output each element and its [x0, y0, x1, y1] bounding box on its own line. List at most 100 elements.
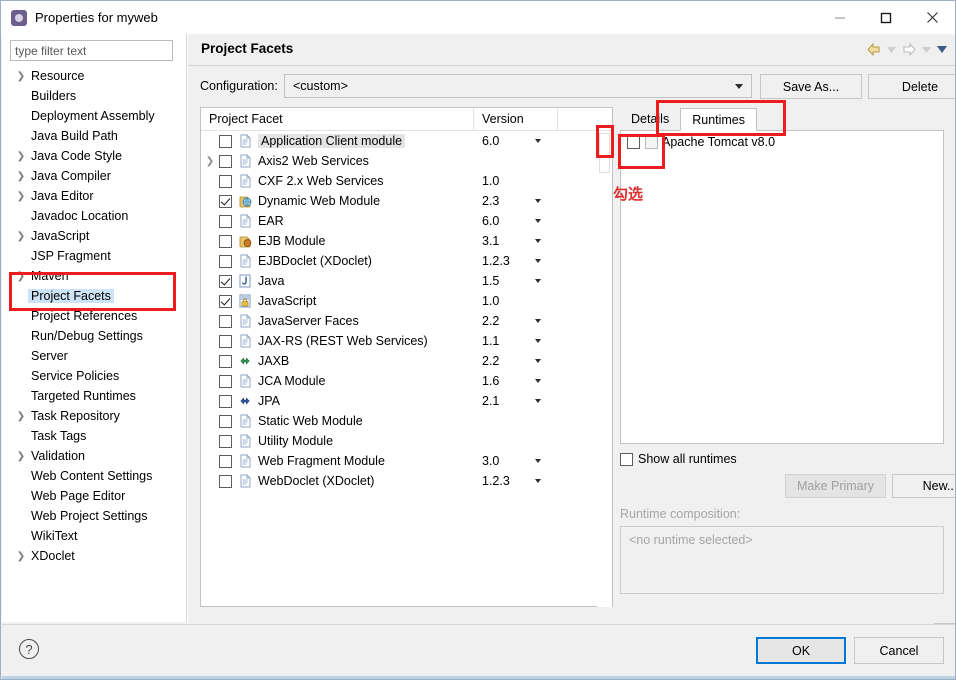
sidebar-item-jsp-fragment[interactable]: ❯JSP Fragment	[2, 246, 187, 266]
facet-checkbox[interactable]	[219, 414, 232, 428]
version-chevron-down-icon[interactable]	[535, 199, 541, 203]
facet-version[interactable]: 1.0	[482, 294, 499, 308]
facet-version[interactable]: 1.1	[482, 334, 499, 348]
facet-checkbox[interactable]	[219, 134, 232, 148]
sidebar-item-javascript[interactable]: ❯ JavaScript	[2, 226, 187, 246]
facet-row[interactable]: ❯ EAR 6.0	[201, 211, 612, 231]
facet-row[interactable]: ❯ Dynamic Web Module 2.3	[201, 191, 612, 211]
facet-row[interactable]: ❯ Web Fragment Module 3.0	[201, 451, 612, 471]
sidebar-item-service-policies[interactable]: ❯Service Policies	[2, 366, 187, 386]
facet-checkbox[interactable]	[219, 394, 232, 408]
facet-row[interactable]: ❯ JCA Module 1.6	[201, 371, 612, 391]
sidebar-item-task-tags[interactable]: ❯Task Tags	[2, 426, 187, 446]
facet-checkbox[interactable]	[219, 254, 232, 268]
help-icon[interactable]: ?	[19, 639, 39, 659]
facet-version[interactable]: 6.0	[482, 214, 499, 228]
facet-checkbox[interactable]	[219, 154, 232, 168]
sidebar-item-deployment-assembly[interactable]: ❯Deployment Assembly	[2, 106, 187, 126]
chevron-right-icon[interactable]: ❯	[14, 191, 28, 202]
chevron-right-icon[interactable]: ❯	[14, 411, 28, 422]
facet-row[interactable]: ❯ EJBDoclet (XDoclet) 1.2.3	[201, 251, 612, 271]
sidebar-item-project-facets[interactable]: ❯Project Facets	[2, 286, 187, 306]
tab-details[interactable]: Details	[620, 107, 681, 130]
facet-checkbox[interactable]	[219, 454, 232, 468]
facet-checkbox[interactable]	[219, 434, 232, 448]
version-chevron-down-icon[interactable]	[535, 459, 541, 463]
version-chevron-down-icon[interactable]	[535, 259, 541, 263]
facet-checkbox[interactable]	[219, 174, 232, 188]
facet-version[interactable]: 2.2	[482, 354, 499, 368]
facet-checkbox[interactable]	[219, 294, 232, 308]
facet-version[interactable]: 1.2.3	[482, 474, 510, 488]
sidebar-item-resource[interactable]: ❯ Resource	[2, 66, 187, 86]
minimize-icon[interactable]	[817, 1, 863, 34]
facet-checkbox[interactable]	[219, 274, 232, 288]
facet-row[interactable]: ❯ CXF 2.x Web Services 1.0	[201, 171, 612, 191]
facet-version[interactable]: 1.6	[482, 374, 499, 388]
sidebar-item-task-repository[interactable]: ❯ Task Repository	[2, 406, 187, 426]
close-icon[interactable]	[909, 1, 955, 34]
version-chevron-down-icon[interactable]	[535, 399, 541, 403]
delete-button[interactable]: Delete	[868, 74, 955, 99]
facet-checkbox[interactable]	[219, 374, 232, 388]
sidebar-item-xdoclet[interactable]: ❯ XDoclet	[2, 546, 187, 566]
new-runtime-button[interactable]: New...	[892, 474, 955, 498]
facet-version[interactable]: 2.2	[482, 314, 499, 328]
scrollbar-thumb[interactable]	[599, 133, 610, 173]
configuration-combo[interactable]: <custom>	[284, 74, 752, 98]
facet-checkbox[interactable]	[219, 354, 232, 368]
runtime-row[interactable]: Apache Tomcat v8.0	[621, 131, 943, 153]
facet-row[interactable]: ❯ JavaScript 1.0	[201, 291, 612, 311]
chevron-right-icon[interactable]: ❯	[14, 71, 28, 82]
back-arrow-icon[interactable]	[865, 41, 883, 58]
facet-row[interactable]: ❯ Application Client module 6.0	[201, 131, 612, 151]
facet-row[interactable]: ❯ Axis2 Web Services	[201, 151, 612, 171]
facet-row[interactable]: ❯ Static Web Module	[201, 411, 612, 431]
column-header-version[interactable]: Version	[474, 108, 558, 130]
chevron-right-icon[interactable]: ❯	[14, 451, 28, 462]
runtime-checkbox[interactable]	[627, 135, 640, 149]
version-chevron-down-icon[interactable]	[535, 279, 541, 283]
save-as-button[interactable]: Save As...	[760, 74, 862, 99]
sidebar-item-java-editor[interactable]: ❯ Java Editor	[2, 186, 187, 206]
facet-table-scrollbar[interactable]	[597, 131, 612, 607]
sidebar-item-web-content-settings[interactable]: ❯Web Content Settings	[2, 466, 187, 486]
chevron-right-icon[interactable]: ❯	[14, 151, 28, 162]
maximize-icon[interactable]	[863, 1, 909, 34]
chevron-right-icon[interactable]: ❯	[14, 271, 28, 282]
chevron-right-icon[interactable]: ❯	[14, 551, 28, 562]
facet-version[interactable]: 1.5	[482, 274, 499, 288]
sidebar-item-javadoc-location[interactable]: ❯Javadoc Location	[2, 206, 187, 226]
sidebar-item-validation[interactable]: ❯ Validation	[2, 446, 187, 466]
ok-button[interactable]: OK	[756, 637, 846, 664]
version-chevron-down-icon[interactable]	[535, 379, 541, 383]
version-chevron-down-icon[interactable]	[535, 219, 541, 223]
facet-checkbox[interactable]	[219, 314, 232, 328]
cancel-button[interactable]: Cancel	[854, 637, 944, 664]
facet-checkbox[interactable]	[219, 194, 232, 208]
sidebar-item-java-compiler[interactable]: ❯ Java Compiler	[2, 166, 187, 186]
version-chevron-down-icon[interactable]	[535, 139, 541, 143]
facet-row[interactable]: ❯ Java 1.5	[201, 271, 612, 291]
facet-checkbox[interactable]	[219, 474, 232, 488]
facet-version[interactable]: 2.3	[482, 194, 499, 208]
sidebar-item-wikitext[interactable]: ❯WikiText	[2, 526, 187, 546]
version-chevron-down-icon[interactable]	[535, 339, 541, 343]
sidebar-item-java-build-path[interactable]: ❯Java Build Path	[2, 126, 187, 146]
facet-row[interactable]: ❯ JavaServer Faces 2.2	[201, 311, 612, 331]
facet-row[interactable]: ❯ JAXB 2.2	[201, 351, 612, 371]
sidebar-item-web-project-settings[interactable]: ❯Web Project Settings	[2, 506, 187, 526]
version-chevron-down-icon[interactable]	[535, 479, 541, 483]
facet-row[interactable]: ❯ Utility Module	[201, 431, 612, 451]
facet-version[interactable]: 1.0	[482, 174, 499, 188]
chevron-right-icon[interactable]: ❯	[14, 171, 28, 182]
sidebar-item-builders[interactable]: ❯Builders	[2, 86, 187, 106]
facet-row[interactable]: ❯ JAX-RS (REST Web Services) 1.1	[201, 331, 612, 351]
sidebar-item-targeted-runtimes[interactable]: ❯Targeted Runtimes	[2, 386, 187, 406]
sidebar-item-server[interactable]: ❯Server	[2, 346, 187, 366]
version-chevron-down-icon[interactable]	[535, 319, 541, 323]
facet-row[interactable]: ❯ EJB Module 3.1	[201, 231, 612, 251]
back-menu-chevron-down-icon[interactable]	[885, 41, 898, 58]
chevron-right-icon[interactable]: ❯	[201, 156, 219, 167]
sidebar-item-java-code-style[interactable]: ❯ Java Code Style	[2, 146, 187, 166]
